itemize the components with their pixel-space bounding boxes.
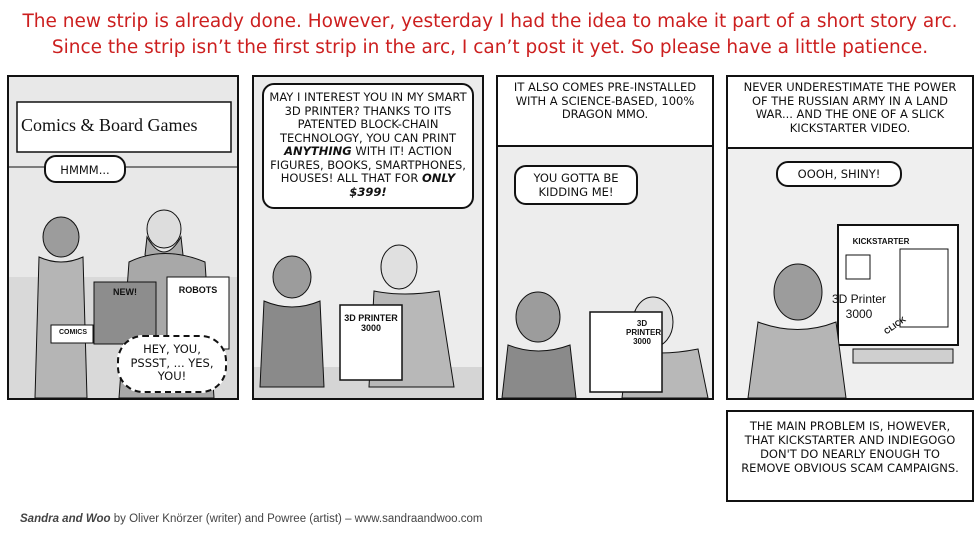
printer-box-label-3: 3D PRINTER 3000 — [626, 319, 662, 346]
pitch-anything: ANYTHING — [284, 144, 352, 158]
speech-bubble-kidding: YOU GOTTA BE KIDDING ME! — [514, 165, 638, 205]
bottom-caption-text: THE MAIN PROBLEM IS, HOWEVER, THAT KICKS… — [741, 419, 959, 475]
narration-caption-3: IT ALSO COMES PRE-INSTALLED WITH A SCIEN… — [498, 77, 712, 147]
speech-bubble-hmm: HMMM... — [44, 155, 126, 183]
printer-box-label: 3D PRINTER 3000 — [344, 313, 398, 333]
notice-line-1: The new strip is already done. However, … — [22, 11, 958, 32]
store-sign: Comics & Board Games — [21, 115, 198, 135]
speech-bubble-shiny: OOOH, SHINY! — [776, 161, 902, 187]
notice-line-2: Since the strip isn’t the first strip in… — [51, 37, 929, 58]
pitch-text-a: MAY I INTEREST YOU IN MY SMART 3D PRINTE… — [269, 90, 467, 145]
comic-title: Sandra and Woo — [20, 513, 111, 525]
bottom-caption-box: THE MAIN PROBLEM IS, HOWEVER, THAT KICKS… — [726, 410, 974, 502]
speech-bubble-whisper: HEY, YOU, PSSST, ... YES, YOU! — [117, 335, 227, 393]
comic-panel-1: Comics & Board Games HMMM... NEW! ROBOTS… — [7, 75, 239, 400]
screen-brand: KICKSTARTER — [852, 237, 910, 246]
narration-caption-4: NEVER UNDERESTIMATE THE POWER OF THE RUS… — [728, 77, 972, 149]
screen-product-name: 3D Printer 3000 — [831, 292, 887, 321]
credit-rest: by Oliver Knörzer (writer) and Powree (a… — [110, 513, 483, 525]
box-new-label: NEW! — [113, 287, 137, 297]
speech-bubble-pitch: MAY I INTEREST YOU IN MY SMART 3D PRINTE… — [262, 83, 474, 209]
box-comics-label: COMICS — [59, 329, 87, 336]
box-robots-label: ROBOTS — [178, 285, 218, 295]
comic-panel-2: MAY I INTEREST YOU IN MY SMART 3D PRINTE… — [252, 75, 484, 400]
comic-panel-4: NEVER UNDERESTIMATE THE POWER OF THE RUS… — [726, 75, 974, 400]
comic-panel-3: IT ALSO COMES PRE-INSTALLED WITH A SCIEN… — [496, 75, 714, 400]
credit-line: Sandra and Woo by Oliver Knörzer (writer… — [20, 513, 483, 525]
